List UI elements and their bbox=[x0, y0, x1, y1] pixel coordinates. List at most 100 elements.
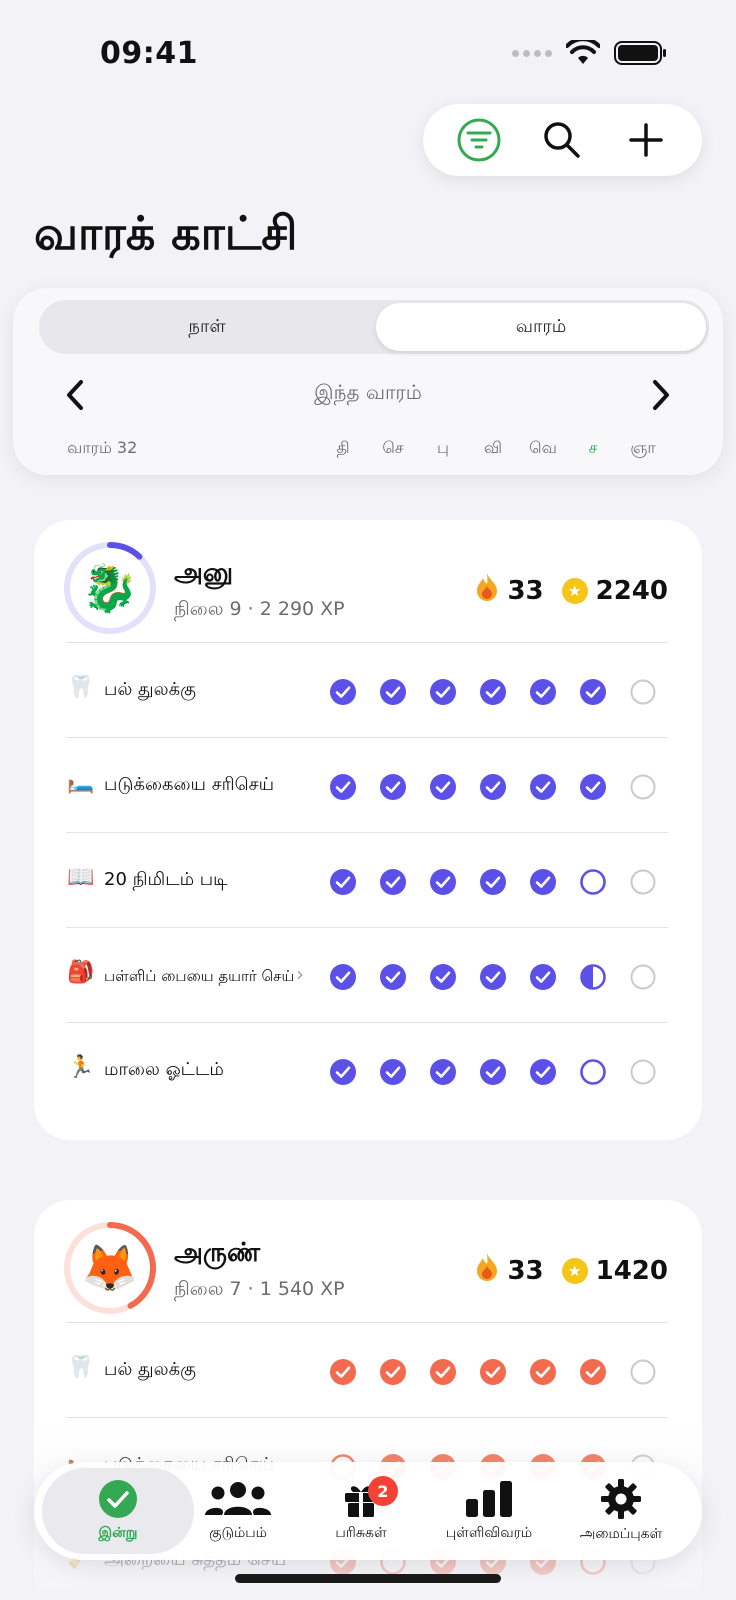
task-row[interactable]: 🦷 பல் துலக்கு bbox=[66, 1322, 668, 1419]
task-row[interactable]: 🛏️ படுக்கையை சரிசெய் bbox=[66, 737, 668, 834]
next-week-button[interactable] bbox=[641, 368, 681, 422]
task-check-done[interactable] bbox=[380, 679, 406, 705]
search-button[interactable] bbox=[534, 112, 590, 168]
task-check-done[interactable] bbox=[580, 1359, 606, 1385]
view-segmented-control: நாள் வாரம் bbox=[39, 300, 709, 354]
chevron-right-icon[interactable]: › bbox=[296, 962, 304, 986]
filter-icon bbox=[457, 118, 501, 162]
task-check-done[interactable] bbox=[430, 774, 456, 800]
weekday-label: செ bbox=[382, 438, 404, 457]
cellular-signal-icon bbox=[512, 49, 552, 57]
task-name: பல் துலக்கு bbox=[104, 1359, 197, 1380]
task-check-done[interactable] bbox=[330, 774, 356, 800]
task-check-done[interactable] bbox=[480, 1059, 506, 1085]
member-name: அனு bbox=[174, 558, 234, 588]
streak-value: 33 bbox=[507, 575, 544, 606]
task-check-done[interactable] bbox=[380, 1059, 406, 1085]
task-row[interactable]: 🦷 பல் துலக்கு bbox=[66, 642, 668, 739]
tab-statistics-label: புள்ளிவிவரம் bbox=[445, 1525, 533, 1541]
tab-statistics[interactable]: புள்ளிவிவரம் bbox=[422, 1468, 556, 1554]
member-header[interactable]: 🦊 அருண் நிலை 7 · 1 540 XP 33 ★ 1420 bbox=[34, 1200, 702, 1335]
week-number: வாரம் 32 bbox=[67, 438, 138, 457]
bar-chart-icon bbox=[466, 1481, 512, 1517]
filter-button[interactable] bbox=[451, 112, 507, 168]
task-check-empty[interactable] bbox=[630, 774, 656, 800]
tab-today-label: இன்று bbox=[98, 1525, 138, 1541]
task-check-done[interactable] bbox=[380, 774, 406, 800]
task-check-done[interactable] bbox=[430, 869, 456, 895]
task-check-pending[interactable] bbox=[580, 869, 606, 895]
runner-icon: 🏃 bbox=[67, 1055, 95, 1080]
tab-settings[interactable]: அமைப்புகள் bbox=[554, 1468, 688, 1554]
task-check-empty[interactable] bbox=[630, 1059, 656, 1085]
task-check-done[interactable] bbox=[530, 679, 556, 705]
member-stats: 33 ★ 1420 bbox=[475, 1252, 668, 1289]
task-row[interactable]: 🏃 மாலை ஓட்டம் bbox=[66, 1022, 668, 1119]
weekday-label: தி bbox=[336, 438, 350, 457]
add-button[interactable] bbox=[618, 112, 674, 168]
task-check-done[interactable] bbox=[380, 869, 406, 895]
task-check-empty[interactable] bbox=[630, 679, 656, 705]
task-check-half[interactable] bbox=[580, 964, 606, 990]
page-title: வாரக் காட்சி bbox=[34, 206, 298, 260]
battery-icon bbox=[614, 41, 666, 65]
tab-rewards[interactable]: 2 பரிசுகள் bbox=[294, 1468, 428, 1554]
task-check-pending[interactable] bbox=[580, 1059, 606, 1085]
task-check-done[interactable] bbox=[480, 1359, 506, 1385]
task-check-done[interactable] bbox=[480, 774, 506, 800]
fox-emoji: 🦊 bbox=[81, 1240, 139, 1295]
book-icon: 📖 bbox=[67, 865, 95, 890]
weekday-label: ஞா bbox=[630, 438, 656, 457]
plus-icon bbox=[629, 123, 663, 157]
dragon-emoji: 🐉 bbox=[81, 560, 139, 615]
task-row[interactable]: 🎒 பள்ளிப் பையை தயார் செய் › bbox=[66, 927, 668, 1024]
weekday-label: ச bbox=[588, 438, 598, 457]
week-view-tab[interactable]: வாரம் bbox=[376, 303, 706, 351]
points-value: 1420 bbox=[595, 1255, 668, 1286]
member-level: நிலை 7 · 1 540 XP bbox=[174, 1278, 345, 1300]
task-check-done[interactable] bbox=[330, 1359, 356, 1385]
weekday-label: வெ bbox=[529, 438, 557, 457]
task-check-done[interactable] bbox=[530, 964, 556, 990]
task-check-done[interactable] bbox=[330, 679, 356, 705]
task-check-done[interactable] bbox=[430, 679, 456, 705]
member-header[interactable]: 🐉 அனு நிலை 9 · 2 290 XP 33 ★ 2240 bbox=[34, 520, 702, 655]
star-coin-icon: ★ bbox=[561, 577, 588, 604]
task-check-done[interactable] bbox=[580, 679, 606, 705]
status-bar: 09:41 bbox=[0, 0, 736, 100]
task-check-empty[interactable] bbox=[630, 869, 656, 895]
task-check-done[interactable] bbox=[530, 1359, 556, 1385]
tab-family[interactable]: குடும்பம் bbox=[171, 1468, 305, 1554]
task-check-done[interactable] bbox=[380, 1359, 406, 1385]
points-value: 2240 bbox=[595, 575, 668, 606]
day-view-tab[interactable]: நாள் bbox=[42, 303, 372, 351]
task-check-done[interactable] bbox=[330, 964, 356, 990]
task-check-done[interactable] bbox=[530, 1059, 556, 1085]
task-check-done[interactable] bbox=[380, 964, 406, 990]
task-check-done[interactable] bbox=[530, 869, 556, 895]
task-name: பல் துலக்கு bbox=[104, 679, 197, 700]
people-icon bbox=[205, 1482, 271, 1515]
task-check-done[interactable] bbox=[480, 869, 506, 895]
gear-icon bbox=[601, 1479, 641, 1519]
task-check-done[interactable] bbox=[580, 774, 606, 800]
task-check-done[interactable] bbox=[430, 1059, 456, 1085]
task-check-done[interactable] bbox=[430, 1359, 456, 1385]
streak-stat: 33 bbox=[475, 1252, 544, 1289]
task-check-done[interactable] bbox=[530, 774, 556, 800]
member-card-anu: 🐉 அனு நிலை 9 · 2 290 XP 33 ★ 2240 🦷 பல் துலக்கு… bbox=[34, 520, 702, 1140]
task-check-done[interactable] bbox=[480, 964, 506, 990]
task-check-empty[interactable] bbox=[630, 1359, 656, 1385]
week-selector-card: நாள் வாரம் இந்த வாரம் வாரம் 32 தி செ பு வி வ… bbox=[13, 288, 723, 475]
task-check-done[interactable] bbox=[330, 1059, 356, 1085]
wifi-icon bbox=[566, 40, 600, 64]
tab-settings-label: அமைப்புகள் bbox=[579, 1526, 663, 1542]
task-check-empty[interactable] bbox=[630, 964, 656, 990]
task-row[interactable]: 📖 20 நிமிடம் படி bbox=[66, 832, 668, 929]
task-check-done[interactable] bbox=[330, 869, 356, 895]
task-name: மாலை ஓட்டம் bbox=[104, 1059, 224, 1080]
checkmark-circle-icon bbox=[99, 1480, 137, 1518]
task-check-done[interactable] bbox=[430, 964, 456, 990]
task-check-done[interactable] bbox=[480, 679, 506, 705]
tooth-icon: 🦷 bbox=[67, 1355, 95, 1380]
